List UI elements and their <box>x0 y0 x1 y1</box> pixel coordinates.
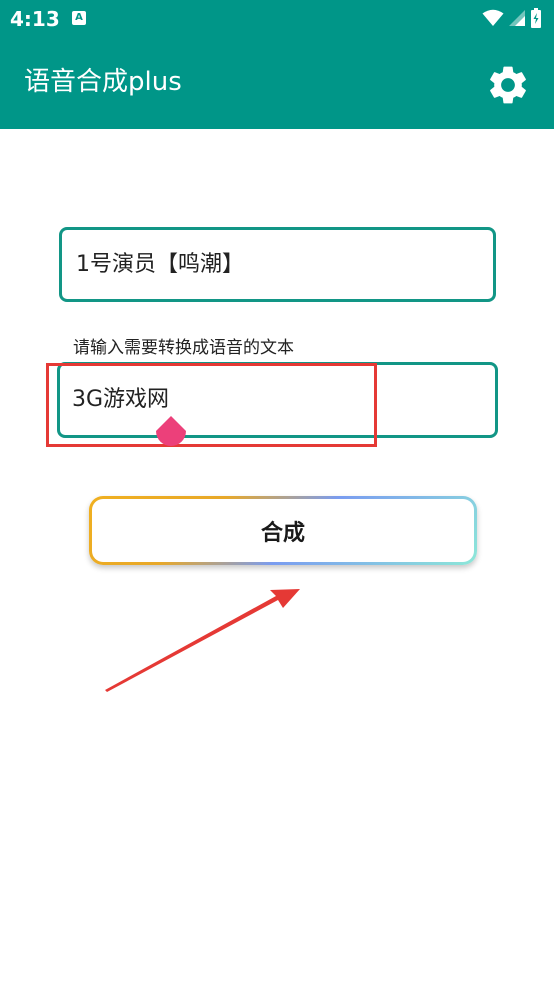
battery-icon <box>531 8 541 28</box>
annotation-arrow <box>105 589 300 692</box>
app-title: 语音合成plus <box>24 67 182 97</box>
annotation-highlight-box <box>46 363 377 447</box>
status-time: 4:13 <box>10 7 60 31</box>
status-icons <box>482 6 542 30</box>
gear-icon[interactable] <box>485 62 531 108</box>
synthesize-button-label: 合成 <box>92 499 474 562</box>
voice-selector-value: 1号演员【鸣潮】 <box>76 252 244 277</box>
signal-icon <box>509 10 525 26</box>
synthesize-button[interactable]: 合成 <box>89 496 477 565</box>
text-cursor-handle[interactable] <box>155 416 187 452</box>
wifi-icon <box>482 9 504 26</box>
text-input-label: 请输入需要转换成语音的文本 <box>73 338 294 358</box>
notification-icon: A <box>72 11 86 25</box>
voice-selector[interactable]: 1号演员【鸣潮】 <box>59 227 496 302</box>
app-bar: 4:13 A 语音合成plus <box>0 0 554 129</box>
